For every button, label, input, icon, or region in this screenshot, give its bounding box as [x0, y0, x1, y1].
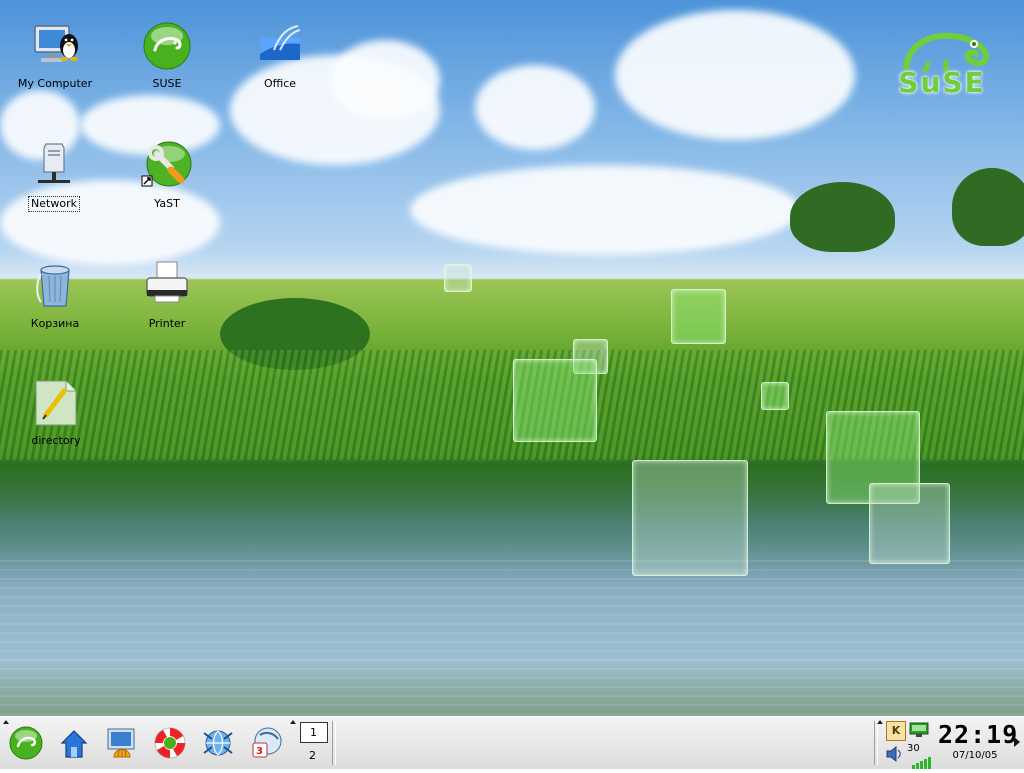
suse-icon	[141, 20, 193, 72]
network-icon	[28, 140, 80, 192]
cloud	[615, 10, 855, 140]
pager-desktop-1[interactable]: 1	[300, 722, 328, 743]
glass-square	[513, 359, 597, 442]
computer-icon	[29, 20, 81, 72]
desktop-icon-yast[interactable]: YaST	[117, 140, 217, 211]
shell-icon	[107, 728, 135, 758]
panel-scroll-right-icon[interactable]	[1014, 737, 1020, 747]
glass-square	[761, 382, 789, 410]
panel-separator	[874, 721, 878, 765]
glass-square	[444, 264, 472, 292]
home-button[interactable]	[56, 725, 92, 761]
cloud	[475, 65, 595, 150]
water-ripples	[0, 560, 1024, 716]
taskbar: 3 1 2 K 30 22:19 07/10/05	[0, 716, 1024, 769]
keyboard-layout-label: K	[891, 724, 901, 737]
glass-square	[671, 289, 726, 344]
desktop-icon-directory[interactable]: directory	[6, 377, 106, 448]
suse-menu-icon	[9, 726, 43, 760]
desktop-icon-label: directory	[31, 434, 81, 447]
clock-date: 07/10/05	[952, 750, 998, 761]
desktop-icon-label: Корзина	[30, 317, 80, 330]
home-icon	[60, 730, 88, 758]
desktop-icon-suse[interactable]: SUSE	[117, 20, 217, 91]
cloud	[330, 40, 440, 120]
suse-logo: SuSE	[888, 28, 996, 99]
desktop-icon-office[interactable]: Office	[230, 20, 330, 91]
virtual-desktop-pager: 1 2	[298, 720, 332, 766]
suse-menu-button[interactable]	[8, 725, 44, 761]
panel-separator	[332, 721, 336, 765]
office-launcher-button[interactable]: 3	[248, 725, 284, 761]
clock[interactable]: 22:19 07/10/05	[938, 720, 1019, 766]
help-lifebuoy-icon	[154, 727, 186, 759]
network-tray-icon[interactable]	[908, 722, 930, 738]
desktop-icon-label: My Computer	[17, 77, 93, 90]
svg-text:3: 3	[256, 746, 263, 757]
tray-menu-arrow[interactable]	[877, 720, 883, 724]
office-presentation-icon: 3	[252, 727, 282, 758]
desktop-icon-label: Network	[28, 196, 80, 212]
desktop-icon-label: Office	[263, 77, 297, 90]
desktop-icon-network[interactable]: Network	[4, 140, 104, 212]
office-icon	[254, 20, 306, 72]
panel-hide-arrow[interactable]	[3, 720, 9, 724]
printer-icon	[141, 260, 193, 312]
kde-network-icon	[203, 730, 233, 756]
glass-square	[869, 483, 950, 564]
desktop-icon-my-computer[interactable]: My Computer	[5, 20, 105, 91]
trash-icon	[29, 260, 81, 312]
desktop-icon-label: Printer	[148, 317, 186, 330]
tree	[952, 168, 1024, 246]
tree	[790, 182, 895, 252]
suse-logo-text: SuSE	[898, 66, 986, 99]
pager-desktop-2[interactable]: 2	[300, 746, 326, 765]
volume-level-bars[interactable]	[912, 754, 932, 769]
yast-icon	[141, 140, 193, 192]
help-button[interactable]	[152, 725, 188, 761]
glass-square	[632, 460, 748, 576]
volume-icon[interactable]	[884, 744, 904, 764]
pager-menu-arrow[interactable]	[290, 720, 296, 724]
shell-button[interactable]	[104, 725, 140, 761]
text-file-icon	[30, 377, 82, 429]
cloud	[410, 165, 800, 255]
clock-time: 22:19	[938, 720, 1019, 749]
desktop-icon-label: YaST	[154, 197, 180, 210]
network-browser-button[interactable]	[200, 725, 236, 761]
desktop-background[interactable]: SuSE My Computer SUSE Office Network YaS…	[0, 0, 1024, 716]
desktop-icon-trash[interactable]: Корзина	[5, 260, 105, 331]
keyboard-layout-icon[interactable]: K	[886, 721, 906, 741]
desktop-icon-printer[interactable]: Printer	[117, 260, 217, 331]
desktop-icon-label: SUSE	[152, 77, 182, 90]
volume-percent: 30	[907, 743, 920, 754]
